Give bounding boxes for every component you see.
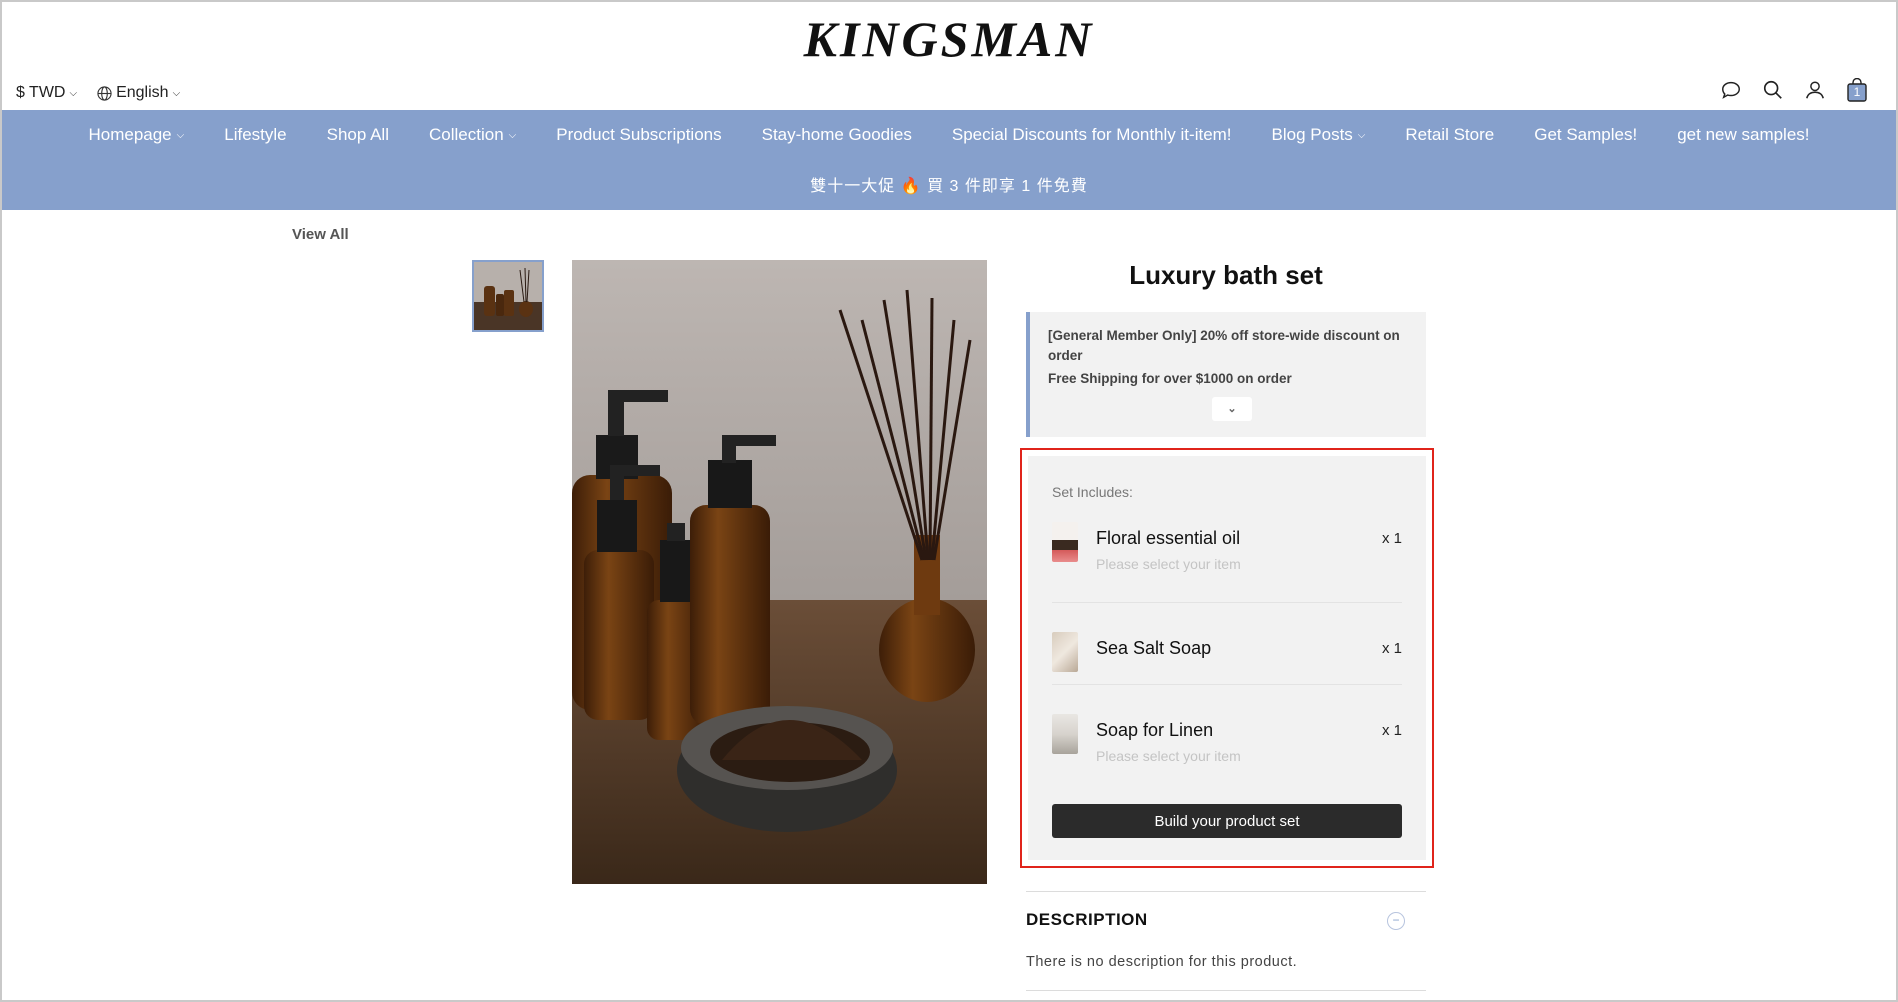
chevron-down-icon: ⌵ [1357,129,1366,141]
promo-banner: 雙十一大促 🔥 買 3 件即享 1 件免費 [810,178,1088,195]
chevron-down-icon: ⌵ [176,129,185,141]
view-all-link[interactable]: View All [292,226,349,243]
item-quantity: x 1 [1381,640,1402,657]
item-select-hint[interactable]: Please select your item [1096,556,1382,572]
nav-item[interactable]: Shop All [327,125,389,145]
product-thumbnail[interactable] [472,260,544,332]
nav-item-label: Lifestyle [224,125,287,144]
item-name: Sea Salt Soap [1096,638,1212,658]
main-nav: Homepage ⌵ Lifestyle Shop All Collection ⌵ Pro… [2,110,1896,210]
globe-icon [97,85,112,101]
item-thumbnail [1052,522,1078,562]
nav-item[interactable]: Homepage ⌵ [88,125,184,145]
nav-item-label: Collection [429,125,504,144]
chevron-down-icon: ⌵ [508,129,517,141]
locale-selectors: $ TWD ⌵ English ⌵ [16,84,180,102]
chevron-down-icon: ⌵ [69,87,78,99]
nav-item[interactable]: get new samples! [1677,125,1809,145]
nav-item-label: Special Discounts for Monthly it-item! [951,125,1232,144]
nav-menu: Homepage ⌵ Lifestyle Shop All Collection ⌵ Pro… [2,110,1896,160]
nav-item[interactable]: Get Samples! [1534,125,1637,145]
cart-count: 1 [1853,85,1861,99]
nav-item-label: Homepage [88,125,172,144]
item-name: Soap for Linen [1096,720,1214,740]
item-name: Floral essential oil [1096,528,1241,548]
promotion-text: Free Shipping for over $1000 on order [1048,371,1292,386]
item-select-hint[interactable]: Please select your item [1096,748,1382,764]
collapse-minus-icon[interactable]: − [1387,912,1405,930]
item-quantity: x 1 [1381,722,1402,739]
chevron-down-icon: ⌵ [172,87,181,99]
nav-item-label: Retail Store [1405,125,1495,144]
expand-promotions-button[interactable]: ⌄ [1212,397,1252,421]
nav-item[interactable]: Lifestyle [224,125,286,145]
language-label: English [116,84,169,101]
set-item[interactable]: Soap for Linen Please select your item x… [1052,714,1402,764]
nav-item[interactable]: Special Discounts for Monthly it-item! [952,125,1232,145]
set-includes-panel: Set Includes: Floral essential oil Pleas… [1028,456,1426,860]
nav-item[interactable]: Blog Posts ⌵ [1272,125,1366,145]
nav-item[interactable]: Collection ⌵ [429,125,516,145]
currency-label: $ TWD [16,84,66,101]
set-item[interactable]: Floral essential oil Please select your … [1052,522,1402,572]
divider [1026,990,1426,991]
divider [1026,891,1426,892]
language-selector[interactable]: English ⌵ [97,84,180,102]
nav-item-label: Blog Posts [1271,125,1353,144]
item-quantity: x 1 [1381,530,1402,547]
build-product-set-button[interactable]: Build your product set [1052,804,1402,838]
divider [1052,684,1402,685]
item-thumbnail [1052,632,1078,672]
cart-button[interactable]: 1 [1846,78,1868,102]
set-includes-highlight: Set Includes: Floral essential oil Pleas… [1020,448,1434,868]
nav-item[interactable]: Product Subscriptions [556,125,721,145]
brand-logo[interactable]: KINGSMAN [2,10,1896,68]
product-title: Luxury bath set [1129,260,1323,290]
description-text: There is no description for this product… [1026,954,1298,970]
divider [1052,602,1402,603]
user-icon[interactable] [1804,79,1826,101]
search-icon[interactable] [1762,79,1784,101]
chat-icon[interactable] [1720,79,1742,101]
thumbnail-image [474,262,542,330]
nav-item-label: get new samples! [1677,125,1810,144]
set-item[interactable]: Sea Salt Soap x 1 [1052,632,1402,672]
item-thumbnail [1052,714,1078,754]
description-heading[interactable]: DESCRIPTION [1026,910,1148,930]
nav-item-label: Stay-home Goodies [761,125,912,144]
nav-item[interactable]: Stay-home Goodies [762,125,912,145]
currency-selector[interactable]: $ TWD ⌵ [16,84,77,102]
header-actions: 1 [1720,78,1868,102]
promotion-text: [General Member Only] 20% off store-wide… [1048,328,1400,363]
nav-item-label: Get Samples! [1534,125,1638,144]
product-main-image[interactable] [572,260,987,884]
set-includes-label: Set Includes: [1052,484,1133,500]
promotions-box: [General Member Only] 20% off store-wide… [1026,312,1426,437]
nav-item[interactable]: Retail Store [1405,125,1494,145]
product-photo [572,260,987,884]
chevron-down-icon: ⌄ [1227,403,1237,415]
nav-item-label: Shop All [326,125,389,144]
nav-item-label: Product Subscriptions [556,125,722,144]
